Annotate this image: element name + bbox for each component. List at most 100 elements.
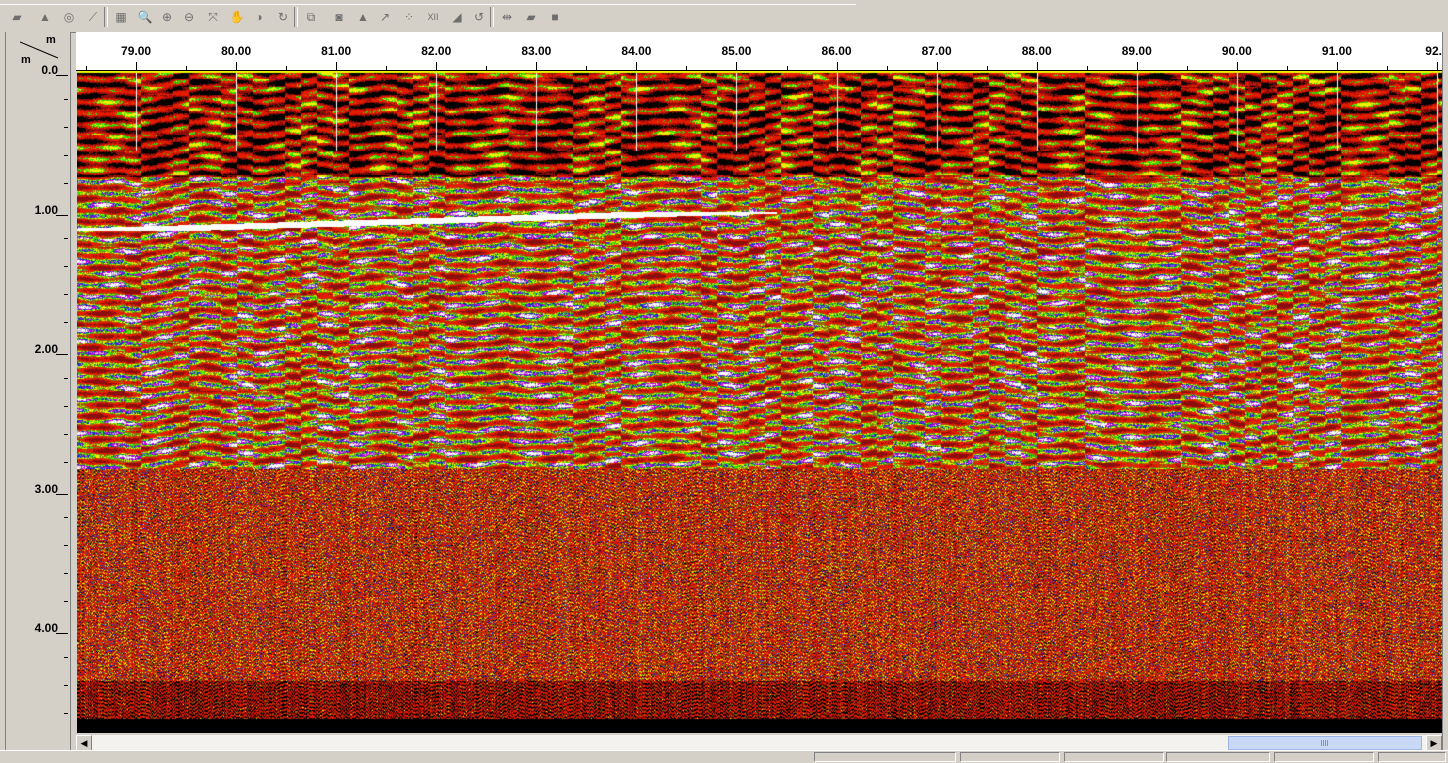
- depth-tick: [64, 433, 68, 435]
- camera-button[interactable]: ◙: [330, 8, 348, 26]
- fit-window-icon: ⤧: [208, 10, 218, 24]
- depth-tick: [64, 405, 68, 407]
- stretch-button[interactable]: ⇹: [498, 8, 516, 26]
- distance-tick: [286, 66, 288, 70]
- scroll-thumb[interactable]: [1228, 736, 1422, 750]
- distance-tick-label: 91.00: [1321, 44, 1352, 58]
- square-button[interactable]: ■: [546, 8, 564, 26]
- depth-tick: [64, 98, 68, 100]
- undo-button[interactable]: ↺: [470, 8, 488, 26]
- distance-tick-label: 90.00: [1221, 44, 1252, 58]
- status-panel-1: [814, 752, 956, 762]
- distance-tick: [686, 66, 688, 70]
- depth-tick: [64, 322, 68, 324]
- ramp-button[interactable]: ◢: [448, 8, 466, 26]
- toolbar-empty-area: [857, 0, 1448, 32]
- distance-tick: [1036, 62, 1038, 70]
- distance-tick: [136, 62, 138, 70]
- scatter-icon: ⁘: [403, 10, 415, 24]
- pan-hand-icon: ✋: [229, 10, 245, 24]
- toolbar-separator: [104, 7, 108, 27]
- status-panel-6: [1378, 752, 1446, 762]
- depth-tick: [56, 493, 68, 495]
- radargram-canvas[interactable]: [77, 71, 1442, 733]
- distance-tick-label: 89.00: [1121, 44, 1152, 58]
- fit-window-button[interactable]: ⤧: [204, 8, 222, 26]
- depth-tick-label: 4.00: [34, 621, 58, 635]
- depth-tick-label: 1.00: [34, 202, 58, 217]
- distance-tick: [536, 62, 538, 70]
- measure-icon: ⟋: [88, 10, 98, 24]
- distance-tick: [1136, 62, 1138, 70]
- terrain-button[interactable]: ▲: [354, 8, 372, 26]
- contrast-button[interactable]: ◑: [250, 8, 268, 26]
- distance-tick-label: 84.00: [621, 44, 652, 58]
- distance-tick: [836, 62, 838, 70]
- arrow-tool-button[interactable]: ↗: [376, 8, 394, 26]
- distance-tick: [1236, 62, 1238, 70]
- cascade-button[interactable]: ⧉: [302, 8, 320, 26]
- depth-tick: [64, 182, 68, 184]
- distance-tick: [386, 66, 388, 70]
- pointer-button[interactable]: ▲: [36, 8, 54, 26]
- radargram-profile[interactable]: [77, 71, 1442, 733]
- zoom-in-icon: ⊕: [161, 10, 173, 24]
- scroll-left-button[interactable]: ◀: [76, 735, 92, 751]
- distance-tick-label: 87.00: [921, 44, 952, 58]
- depth-tick: [64, 154, 68, 156]
- distance-tick: [1336, 62, 1338, 70]
- depth-tick: [64, 601, 68, 603]
- depth-tick: [64, 294, 68, 296]
- depth-tick: [64, 266, 68, 268]
- distance-tick-label: 92.0: [1425, 44, 1442, 58]
- depth-tick: [64, 573, 68, 575]
- distance-tick-label: 88.00: [1021, 44, 1052, 58]
- distance-tick: [486, 66, 488, 70]
- roman-two-button[interactable]: XII: [424, 8, 442, 26]
- zoom-icon: 🔍: [137, 10, 153, 24]
- chevron-right-icon: ▶: [1430, 737, 1438, 748]
- depth-tick: [64, 545, 68, 547]
- chevron-left-icon: ◀: [80, 737, 88, 748]
- distance-tick-label: 81.00: [321, 44, 352, 58]
- refresh-icon: ↻: [277, 10, 289, 24]
- distance-tick: [586, 66, 588, 70]
- distance-tick-label: 82.00: [421, 44, 452, 58]
- fill-button[interactable]: ▰: [522, 8, 540, 26]
- zoom-out-button[interactable]: ⊖: [180, 8, 198, 26]
- layer-icon: ▰: [12, 10, 22, 24]
- scroll-right-button[interactable]: ▶: [1426, 735, 1442, 751]
- distance-tick: [236, 62, 238, 70]
- measure-button[interactable]: ⟋: [84, 8, 102, 26]
- roman-two-icon: XII: [427, 12, 439, 22]
- thumb-grip-icon: [1321, 740, 1329, 746]
- distance-tick: [1436, 62, 1438, 70]
- toolbar-separator: [490, 7, 494, 27]
- scatter-button[interactable]: ⁘: [400, 8, 418, 26]
- pointer-icon: ▲: [39, 10, 51, 24]
- pan-hand-button[interactable]: ✋: [228, 8, 246, 26]
- distance-tick-label: 83.00: [521, 44, 552, 58]
- depth-tick-label: 2.00: [34, 342, 58, 356]
- toolbar-top-edge: [0, 0, 856, 5]
- zoom-button[interactable]: 🔍: [136, 8, 154, 26]
- grid-icon: ▦: [115, 10, 127, 24]
- fill-icon: ▰: [526, 10, 536, 24]
- distance-tick-label: 85.00: [721, 44, 752, 58]
- arrow-tool-icon: ↗: [379, 10, 391, 24]
- target-button[interactable]: ◎: [60, 8, 78, 26]
- stretch-icon: ⇹: [501, 10, 513, 24]
- depth-tick-label: 3.00: [34, 481, 58, 496]
- distance-tick-label: 79.00: [121, 44, 152, 58]
- layer-button[interactable]: ▰: [8, 8, 26, 26]
- grid-button[interactable]: ▦: [112, 8, 130, 26]
- depth-tick: [64, 656, 68, 658]
- cascade-icon: ⧉: [306, 10, 316, 24]
- ramp-icon: ◢: [452, 10, 462, 24]
- axis-corner-diagonal: [20, 41, 59, 59]
- undo-icon: ↺: [473, 10, 485, 24]
- status-panel-2: [960, 752, 1060, 762]
- zoom-in-button[interactable]: ⊕: [158, 8, 176, 26]
- refresh-button[interactable]: ↻: [274, 8, 292, 26]
- horizontal-scrollbar[interactable]: ◀ ▶: [76, 734, 1442, 751]
